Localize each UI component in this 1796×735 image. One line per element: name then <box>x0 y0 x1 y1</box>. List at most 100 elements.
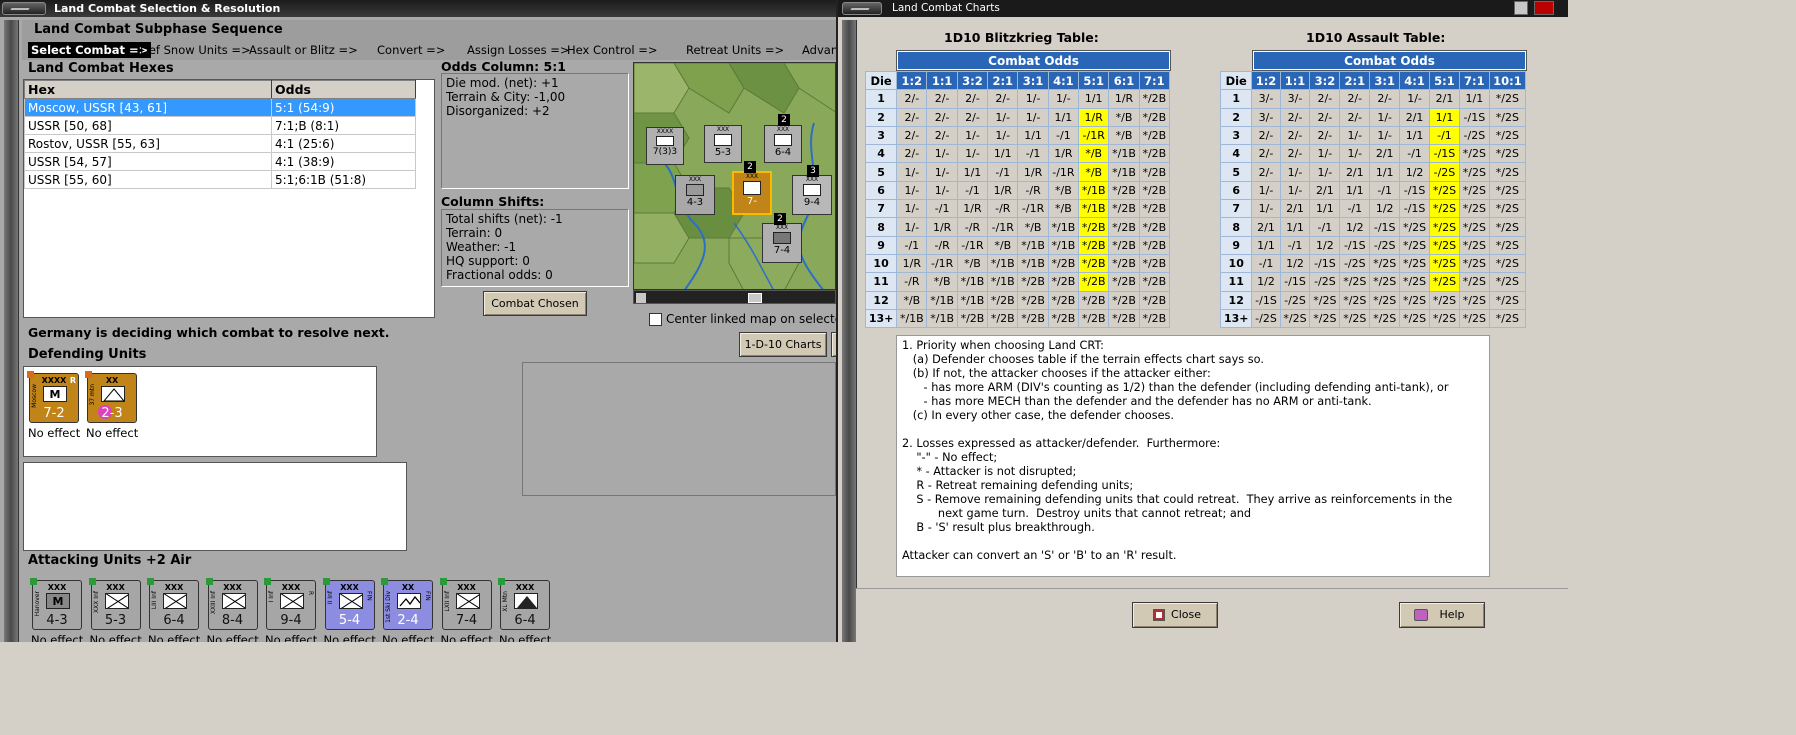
close-button[interactable]: Close <box>1132 602 1218 628</box>
result-cell: -/1 <box>1369 180 1401 201</box>
attacking-unit[interactable]: XXX XL Mtn 6-4 No effect <box>498 578 551 642</box>
result-cell: 1/2 <box>1339 217 1371 237</box>
table-row: 9 1/1 -/1 1/2 -/1S -/2S */2S */2S */2S */2S <box>1219 235 1527 255</box>
map-scroll-thumb[interactable] <box>748 293 762 303</box>
table-row: 13+ -/2S */2S */2S */2S */2S */2S */2S */2S */2S <box>1219 308 1527 329</box>
help-button[interactable]: Help <box>1399 602 1485 628</box>
die-roll-cell: 6 <box>864 180 898 201</box>
map-counter-strength: 7-4 <box>773 245 791 256</box>
scroll-left-arrow-icon[interactable] <box>636 293 646 303</box>
left-window-side-scrollbar[interactable] <box>4 20 19 642</box>
result-cell: */2S <box>1339 308 1371 329</box>
unit-counter: XXX Hanover M 4-3 <box>30 578 82 630</box>
result-cell: */2S <box>1339 272 1371 292</box>
defending-unit[interactable]: XXXX Moscow R 7-2 No effect <box>27 371 80 440</box>
table-row[interactable]: USSR [55, 60] 5:1;6:1B (51:8) <box>24 170 416 189</box>
map-counter-selected-hex[interactable]: XXX 7- <box>732 171 772 215</box>
result-cell: 1/R <box>1017 162 1049 182</box>
linked-map-view[interactable]: XXXX 7(3)3 XXX 5-3 XXX 6-4 XXX 4-3 XXX 7… <box>633 62 836 290</box>
mountain-triangle-icon <box>103 388 124 401</box>
result-cell: 2/- <box>926 89 958 109</box>
window-menu-icon[interactable] <box>842 2 882 15</box>
left-title-bar[interactable]: Land Combat Selection & Resolution <box>0 0 836 17</box>
attacking-unit[interactable]: XXX XXIII Inf 8-4 No effect <box>205 578 259 642</box>
result-cell: */2S <box>1488 162 1527 182</box>
map-counter[interactable]: XXX 5-3 <box>704 125 742 163</box>
attacking-unit[interactable]: XXX XXX Inf 5-3 No effect <box>88 578 142 642</box>
step-convert[interactable]: Convert => <box>377 42 445 58</box>
map-counter-size: XXX <box>716 126 730 133</box>
result-cell: */2S <box>1339 290 1371 310</box>
result-cell: */2B <box>1138 125 1171 146</box>
result-cell: */2B <box>1078 308 1110 329</box>
result-cell: -/1R <box>1047 162 1080 182</box>
hex-column-header[interactable]: Hex <box>24 80 272 99</box>
result-cell: */2B <box>1078 217 1110 237</box>
unit-result: No effect <box>89 633 142 642</box>
result-cell: */1B <box>1047 235 1080 255</box>
step-advance[interactable]: Advan <box>802 42 836 58</box>
table-row[interactable]: Rostov, USSR [55, 63] 4:1 (25:6) <box>24 134 416 153</box>
attacking-unit[interactable]: XXX Hanover M 4-3 No effect <box>30 578 83 642</box>
die-roll-cell: 2 <box>1219 107 1253 127</box>
result-cell: 1/1 <box>1429 107 1460 127</box>
attacking-unit[interactable]: XX 1st Ski Div FIN 2-4 No effect <box>381 578 434 642</box>
result-cell: */2B <box>1138 199 1171 219</box>
hex-cell: USSR [50, 68] <box>24 116 272 135</box>
step-hex-control[interactable]: Hex Control => <box>567 42 657 58</box>
attacking-unit[interactable]: XXX II Inf FIN 5-4 No effect <box>322 578 376 642</box>
map-counter[interactable]: XXX 9-4 <box>792 175 832 215</box>
left-window-title: Land Combat Selection & Resolution <box>54 2 281 15</box>
step-assault-or-blitz[interactable]: Assault or Blitz => <box>249 42 358 58</box>
hex-cell: USSR [54, 57] <box>24 152 272 171</box>
result-cell: */2B <box>1138 217 1171 237</box>
attacking-units-label: Attacking Units +2 Air <box>28 553 192 568</box>
charts-button[interactable]: 1-D-10 Charts <box>739 332 827 357</box>
defending-unit[interactable]: XX 37 mtn 2-3 No effect <box>85 371 138 440</box>
table-row: 1 3/- 3/- 2/- 2/- 2/- 1/- 2/1 1/1 */2S <box>1219 89 1527 109</box>
window-menu-icon[interactable] <box>2 2 46 15</box>
right-title-bar[interactable]: Land Combat Charts <box>838 0 1568 17</box>
result-cell: */2S <box>1488 144 1527 164</box>
result-cell: */2S <box>1399 290 1431 310</box>
mountain-triangle-icon <box>517 596 537 608</box>
step-def-snow-units[interactable]: Def Snow Units => <box>140 42 251 58</box>
map-counter[interactable]: XXX 6-4 <box>764 125 802 163</box>
table-row[interactable]: USSR [54, 57] 4:1 (38:9) <box>24 152 416 171</box>
result-cell: */2B <box>1047 253 1080 274</box>
infantry-symbol-icon <box>104 593 129 609</box>
result-cell: */2B <box>1138 162 1171 182</box>
result-cell: */2B <box>1138 180 1171 201</box>
odds-column-header: 1:1 <box>1279 70 1311 91</box>
attacking-unit[interactable]: XXX LIII Inf 6-4 No effect <box>147 578 201 642</box>
table-row[interactable]: Moscow, USSR [43, 61] 5:1 (54:9) <box>24 98 416 117</box>
result-cell: -/2S <box>1339 253 1371 274</box>
attacking-unit[interactable]: XXX LXII Inf 7-4 No effect <box>439 578 493 642</box>
unit-result: No effect <box>148 633 201 642</box>
result-cell: -/2S <box>1251 308 1281 329</box>
unit-corner-mark: FIN <box>424 591 431 601</box>
map-horizontal-scrollbar[interactable] <box>633 290 836 304</box>
step-retreat-units[interactable]: Retreat Units => <box>686 42 784 58</box>
step-select-combat[interactable]: Select Combat => <box>28 42 152 58</box>
result-cell: */B <box>1047 199 1080 219</box>
result-cell: */2S <box>1309 290 1341 310</box>
combat-hexes-table[interactable]: Hex Odds Moscow, USSR [43, 61] 5:1 (54:9… <box>23 79 435 318</box>
defending-units-label: Defending Units <box>28 347 147 362</box>
combat-chosen-button[interactable]: Combat Chosen <box>483 291 587 316</box>
result-cell: 1/1 <box>1078 89 1110 109</box>
result-cell: 1/- <box>926 162 958 182</box>
attacking-unit[interactable]: XXX I Inf R 9-4 No effect <box>264 578 318 642</box>
center-linked-map-checkbox[interactable] <box>649 313 662 326</box>
unit-result: No effect <box>265 633 318 642</box>
result-cell: */2S <box>1488 89 1527 109</box>
result-cell: */2B <box>987 290 1019 310</box>
map-counter[interactable]: XXX 7-4 <box>762 223 802 263</box>
odds-column-header[interactable]: Odds <box>271 80 416 99</box>
map-counter[interactable]: XXX 4-3 <box>675 175 715 215</box>
right-window-side-scrollbar[interactable] <box>842 20 857 642</box>
result-cell: 2/- <box>1279 144 1311 164</box>
map-counter[interactable]: XXXX 7(3)3 <box>646 127 684 165</box>
table-row[interactable]: USSR [50, 68] 7:1;B (8:1) <box>24 116 416 135</box>
step-assign-losses[interactable]: Assign Losses => <box>467 42 570 58</box>
